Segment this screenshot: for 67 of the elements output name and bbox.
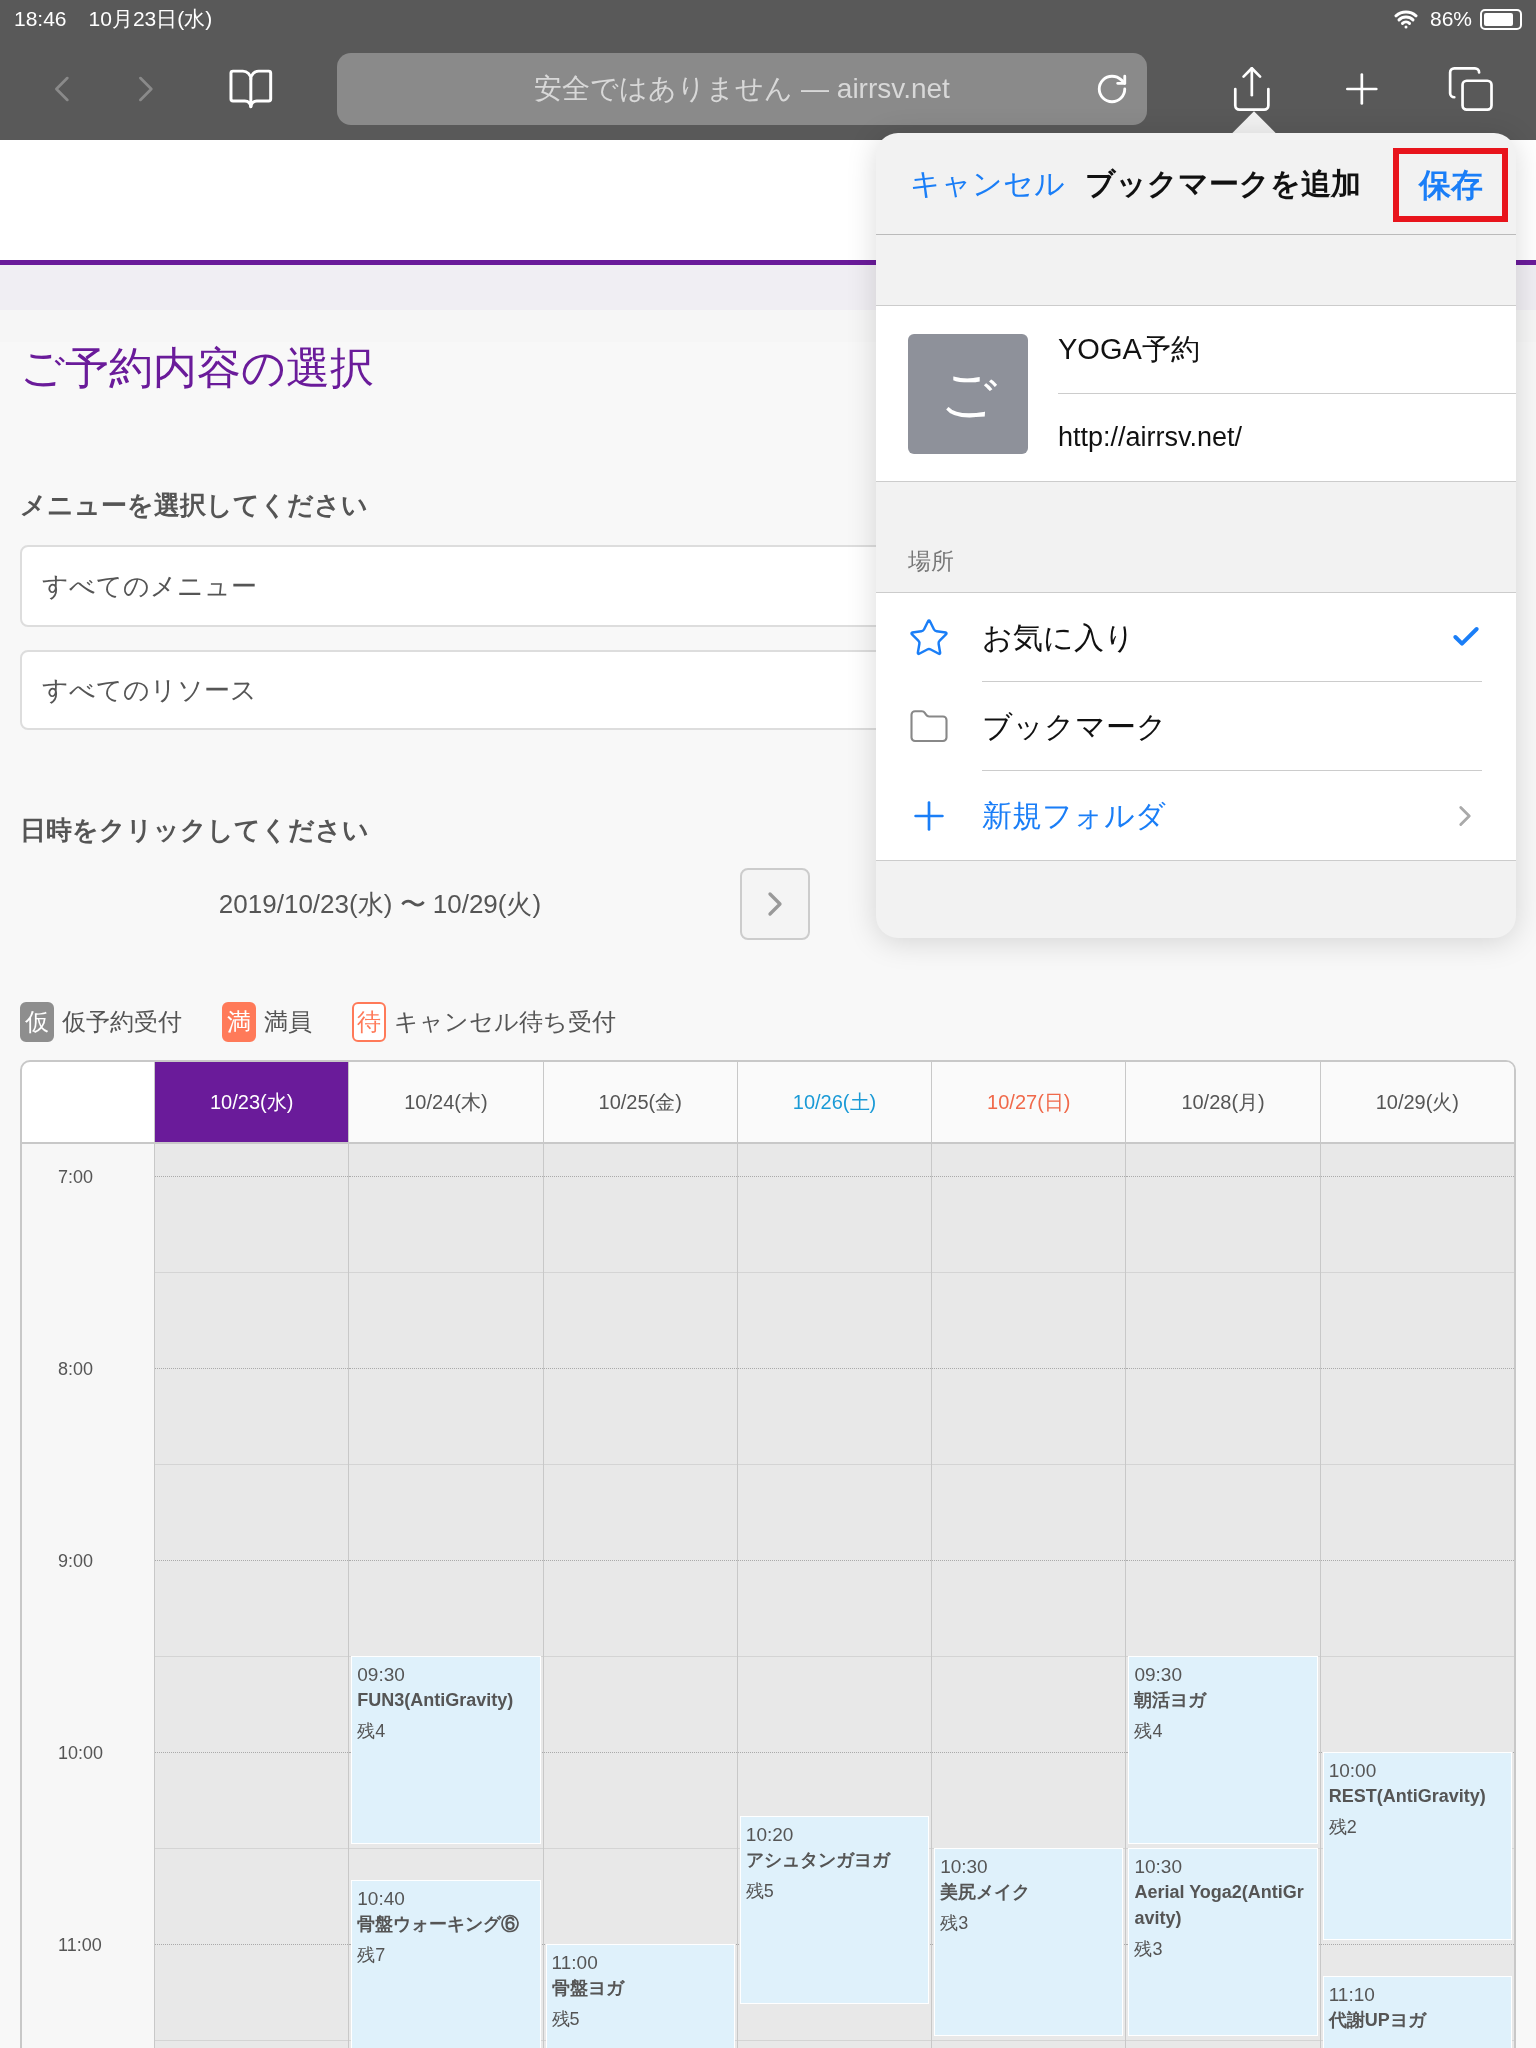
event-card[interactable]: 11:10 代謝UPヨガ bbox=[1322, 1976, 1512, 2048]
legend-marker: 待 bbox=[352, 1002, 386, 1042]
event-remaining: 残5 bbox=[745, 1880, 774, 1903]
cancel-button[interactable]: キャンセル bbox=[910, 161, 1065, 206]
day-header[interactable]: 10/25(金) bbox=[542, 1062, 737, 1144]
day-header[interactable]: 10/23(水) bbox=[154, 1062, 349, 1144]
day-header[interactable]: 10/28(月) bbox=[1125, 1062, 1320, 1144]
popover-title: ブックマークを追加 bbox=[1085, 166, 1361, 202]
event-time: 11:10 bbox=[1328, 1983, 1375, 2007]
time-label: 8:00 bbox=[58, 1358, 94, 1381]
section-label: 場所 bbox=[908, 546, 954, 576]
event-time: 10:40 bbox=[357, 1887, 405, 1911]
bookmark-name-field[interactable]: YOGA予約 bbox=[1058, 327, 1200, 372]
legend-marker: 仮 bbox=[20, 1002, 54, 1042]
date: 10月23日(水) bbox=[88, 6, 213, 33]
bookmark-url: http://airrsv.net/ bbox=[1058, 421, 1243, 455]
event-remaining: 残3 bbox=[1134, 1938, 1163, 1961]
event-title: 骨盤ヨガ bbox=[551, 1977, 626, 2000]
time-label: 10:00 bbox=[58, 1742, 104, 1765]
page-title: ご予約内容の選択 bbox=[20, 342, 374, 394]
event-remaining: 残4 bbox=[357, 1720, 386, 1743]
legend-marker: 満 bbox=[222, 1002, 256, 1042]
event-title: Aerial Yoga2(AntiGravity) bbox=[1134, 1881, 1305, 1930]
event-title: FUN3(AntiGravity) bbox=[357, 1689, 515, 1712]
event-card[interactable]: 11:00 骨盤ヨガ 残5 bbox=[545, 1944, 735, 2048]
event-card[interactable]: 10:20 アシュタンガヨガ 残5 bbox=[739, 1816, 930, 2004]
battery-icon bbox=[1480, 8, 1522, 30]
event-card[interactable]: 10:00 REST(AntiGravity) 残2 bbox=[1322, 1752, 1512, 1940]
event-time: 09:30 bbox=[357, 1663, 405, 1687]
event-card[interactable]: 09:30 FUN3(AntiGravity) 残4 bbox=[351, 1656, 541, 1844]
time-label: 9:00 bbox=[58, 1550, 94, 1573]
event-remaining: 残7 bbox=[357, 1944, 386, 1967]
event-title: 骨盤ウォーキング⑥ bbox=[357, 1913, 521, 1936]
location-row[interactable]: 新規フォルダ bbox=[876, 771, 1516, 860]
event-remaining: 残3 bbox=[940, 1912, 969, 1935]
time-label: 11:00 bbox=[58, 1934, 102, 1957]
site-icon: ご bbox=[908, 333, 1028, 454]
event-card[interactable]: 10:30 Aerial Yoga2(AntiGravity) 残3 bbox=[1128, 1848, 1318, 2036]
clock: 18:46 bbox=[14, 6, 67, 33]
battery-level: 86% bbox=[1429, 6, 1472, 33]
event-card[interactable]: 10:30 美尻メイク 残3 bbox=[934, 1848, 1124, 2036]
time-label: 7:00 bbox=[58, 1166, 94, 1189]
event-title: アシュタンガヨガ bbox=[745, 1849, 892, 1872]
event-time: 11:00 bbox=[551, 1951, 598, 1975]
date-range: 2019/10/23(水) 〜 10/29(火) bbox=[218, 887, 542, 921]
event-time: 10:20 bbox=[745, 1823, 794, 1847]
legend-label: キャンセル待ち受付 bbox=[394, 1007, 616, 1037]
event-time: 09:30 bbox=[1134, 1663, 1182, 1687]
event-time: 10:00 bbox=[1328, 1759, 1377, 1783]
legend-label: 仮予約受付 bbox=[62, 1007, 182, 1037]
event-title: 代謝UPヨガ bbox=[1328, 2009, 1428, 2032]
day-header[interactable]: 10/24(木) bbox=[348, 1062, 543, 1144]
section-label: 日時をクリックしてください bbox=[20, 814, 369, 846]
event-time: 10:30 bbox=[1134, 1855, 1182, 1879]
day-header[interactable]: 10/29(火) bbox=[1319, 1062, 1514, 1144]
section-label: メニューを選択してください bbox=[20, 489, 368, 521]
event-remaining: 残4 bbox=[1134, 1720, 1163, 1743]
event-remaining: 残5 bbox=[551, 2008, 580, 2031]
event-card[interactable]: 09:30 朝活ヨガ 残4 bbox=[1128, 1656, 1318, 1844]
save-button[interactable]: 保存 bbox=[1393, 148, 1508, 222]
legend-label: 満員 bbox=[264, 1007, 312, 1037]
event-title: 朝活ヨガ bbox=[1134, 1689, 1208, 1712]
event-card[interactable]: 10:40 骨盤ウォーキング⑥ 残7 bbox=[351, 1880, 541, 2048]
event-time: 10:30 bbox=[940, 1855, 988, 1879]
event-title: REST(AntiGravity) bbox=[1328, 1785, 1487, 1808]
event-title: 美尻メイク bbox=[940, 1881, 1032, 1904]
event-remaining: 残2 bbox=[1328, 1816, 1357, 1839]
